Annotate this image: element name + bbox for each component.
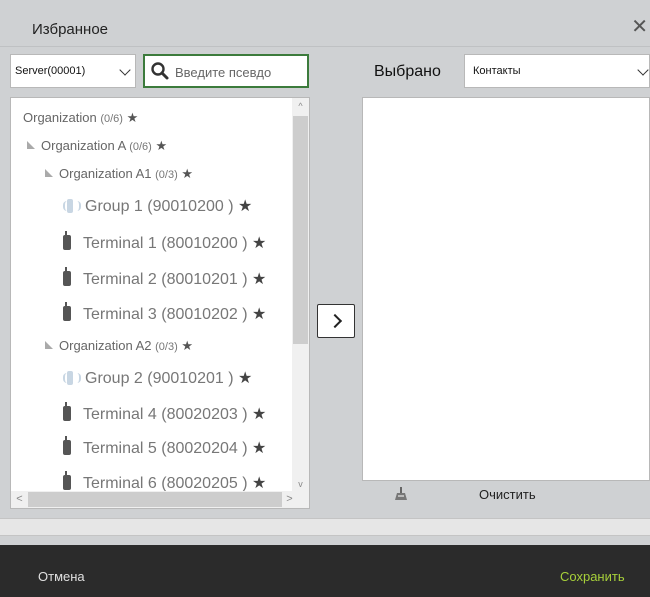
tree-item-label: Terminal 1 (80010200 ) xyxy=(83,235,248,252)
tree-item-organization-a1[interactable]: Organization A1 (0/3) ★ xyxy=(45,166,193,182)
star-icon[interactable]: ★ xyxy=(252,475,266,492)
tree-item-terminal-1[interactable]: Terminal 1 (80010200 ) ★ xyxy=(63,231,266,253)
radio-icon xyxy=(63,267,71,286)
tree-item-label: Terminal 3 (80010202 ) xyxy=(83,306,248,323)
star-icon[interactable]: ★ xyxy=(252,271,266,288)
tree-item-terminal-2[interactable]: Terminal 2 (80010201 ) ★ xyxy=(63,267,266,289)
chevron-down-icon xyxy=(637,64,649,76)
horizontal-scrollbar[interactable]: < > xyxy=(11,491,309,508)
scroll-left-icon[interactable]: < xyxy=(11,491,28,508)
radio-icon xyxy=(63,402,71,421)
search-icon xyxy=(151,62,169,80)
server-select-value: Server(00001) xyxy=(15,65,86,77)
search-box[interactable] xyxy=(143,54,309,88)
scroll-up-icon[interactable]: ^ xyxy=(292,98,309,115)
chevron-down-icon xyxy=(119,64,131,76)
close-icon[interactable]: ✕ xyxy=(631,17,648,37)
tree-item-label: Terminal 2 (80010201 ) xyxy=(83,271,248,288)
clear-button[interactable]: Очистить xyxy=(479,487,536,502)
selected-label: Выбрано xyxy=(374,63,441,80)
tree-item-label: Organization xyxy=(23,110,97,125)
vertical-scroll-thumb[interactable] xyxy=(293,116,308,344)
tree-item-organization-a2[interactable]: Organization A2 (0/3) ★ xyxy=(45,338,193,354)
tree-item-count: (0/6) xyxy=(100,113,123,125)
group-icon xyxy=(63,198,81,214)
search-input[interactable] xyxy=(175,62,305,82)
selected-list[interactable] xyxy=(362,97,650,481)
horizontal-scroll-thumb[interactable] xyxy=(28,492,282,507)
group-icon xyxy=(63,370,81,386)
cancel-button[interactable]: Отмена xyxy=(38,569,85,584)
radio-icon xyxy=(63,436,71,455)
tree-item-label: Group 1 (90010200 ) xyxy=(85,198,234,215)
tree-item-label: Organization A xyxy=(41,138,126,153)
star-icon[interactable]: ★ xyxy=(181,166,193,181)
tree-item-label: Terminal 6 (80020205 ) xyxy=(83,475,248,492)
tree-item-terminal-6[interactable]: Terminal 6 (80020205 ) ★ xyxy=(63,471,266,493)
expand-arrow-icon[interactable] xyxy=(45,169,53,177)
chevron-right-icon xyxy=(327,313,343,329)
star-icon[interactable]: ★ xyxy=(155,138,167,153)
dialog-title: Избранное xyxy=(32,21,109,38)
tree-item-count: (0/6) xyxy=(129,141,152,153)
tree-item-organization[interactable]: Organization (0/6) ★ xyxy=(23,110,138,126)
tree-item-label: Terminal 5 (80020204 ) xyxy=(83,440,248,457)
tree-item-group-1[interactable]: Group 1 (90010200 ) ★ xyxy=(63,196,252,216)
organization-tree[interactable]: Organization (0/6) ★ Organization A (0/6… xyxy=(10,97,310,509)
contacts-select-value: Контакты xyxy=(473,65,521,77)
radio-icon xyxy=(63,471,71,490)
contacts-select[interactable]: Контакты xyxy=(464,54,650,88)
tree-item-group-2[interactable]: Group 2 (90010201 ) ★ xyxy=(63,368,252,388)
broom-icon[interactable] xyxy=(394,487,408,501)
scroll-right-icon[interactable]: > xyxy=(281,491,298,508)
expand-arrow-icon[interactable] xyxy=(45,341,53,349)
expand-arrow-icon[interactable] xyxy=(27,141,35,149)
radio-icon xyxy=(63,302,71,321)
star-icon[interactable]: ★ xyxy=(252,440,266,457)
star-icon[interactable]: ★ xyxy=(252,306,266,323)
star-icon[interactable]: ★ xyxy=(252,406,266,423)
tree-item-label: Terminal 4 (80020203 ) xyxy=(83,406,248,423)
tree-item-terminal-5[interactable]: Terminal 5 (80020204 ) ★ xyxy=(63,436,266,458)
status-bar xyxy=(0,518,650,536)
vertical-scrollbar[interactable]: ^ v xyxy=(292,98,309,493)
tree-item-organization-a[interactable]: Organization A (0/6) ★ xyxy=(27,138,167,154)
tree-item-count: (0/3) xyxy=(155,169,178,181)
star-icon[interactable]: ★ xyxy=(181,338,193,353)
star-icon[interactable]: ★ xyxy=(238,198,252,215)
tree-item-terminal-3[interactable]: Terminal 3 (80010202 ) ★ xyxy=(63,302,266,324)
dialog-titlebar: Избранное ✕ xyxy=(0,0,650,47)
tree-item-count: (0/3) xyxy=(155,341,178,353)
server-select[interactable]: Server(00001) xyxy=(10,54,136,88)
star-icon[interactable]: ★ xyxy=(238,370,252,387)
clear-bar: Очистить xyxy=(362,482,650,508)
dialog-footer: Отмена Сохранить xyxy=(0,545,650,597)
tree-item-label: Group 2 (90010201 ) xyxy=(85,370,234,387)
add-to-selected-button[interactable] xyxy=(317,304,355,338)
tree-item-label: Organization A1 xyxy=(59,166,152,181)
tree-item-terminal-4[interactable]: Terminal 4 (80020203 ) ★ xyxy=(63,402,266,424)
radio-icon xyxy=(63,231,71,250)
tree-item-label: Organization A2 xyxy=(59,338,152,353)
save-button[interactable]: Сохранить xyxy=(560,569,625,584)
star-icon[interactable]: ★ xyxy=(252,235,266,252)
star-icon[interactable]: ★ xyxy=(127,110,139,125)
